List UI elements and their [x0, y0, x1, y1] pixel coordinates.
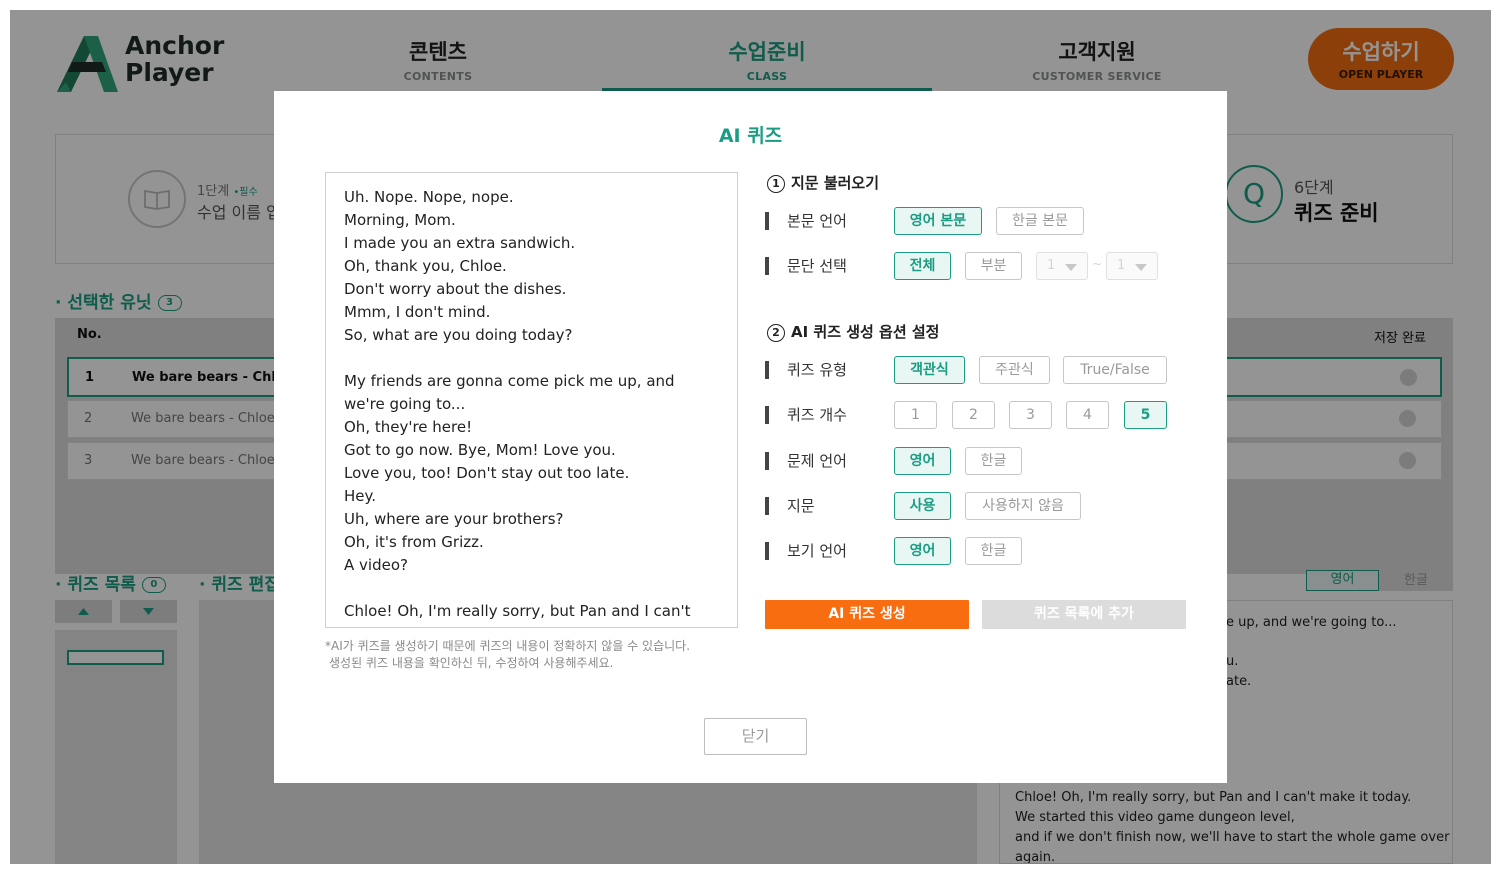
text-lang-korean-button[interactable]: 한글 본문: [996, 207, 1084, 235]
choice-lang-english-button[interactable]: 영어: [894, 537, 951, 565]
script-line: Mmm, I don't mind.: [344, 303, 491, 321]
choice-lang-korean-button[interactable]: 한글: [965, 537, 1022, 565]
notice-line-2: 생성된 퀴즈 내용을 확인하신 뒤, 수정하여 사용해주세요.: [329, 656, 614, 670]
section-load-text: 1 지문 불러오기: [767, 172, 879, 193]
script-line: Love you, too! Don't stay out too late.: [344, 464, 630, 482]
paragraph-to-value: 1: [1117, 258, 1126, 273]
section-2-title: AI 퀴즈 생성 옵션 설정: [791, 323, 940, 341]
quiz-count-5-button[interactable]: 5: [1124, 401, 1167, 429]
section-ai-options: 2 AI 퀴즈 생성 옵션 설정: [767, 321, 939, 342]
app-window: Anchor Player 콘텐츠 CONTENTS 수업준비 CLASS 고객…: [10, 10, 1491, 864]
paragraph-to-select[interactable]: 1: [1106, 252, 1158, 280]
quiz-count-2-button[interactable]: 2: [952, 401, 995, 429]
quiz-type-true-false-button[interactable]: True/False: [1063, 356, 1167, 384]
script-line: Oh, they're here!: [344, 418, 473, 436]
script-line: Uh. Nope. Nope, nope.: [344, 188, 514, 206]
chevron-down-icon: [1065, 264, 1077, 271]
notice-line-1: *AI가 퀴즈를 생성하기 때문에 퀴즈의 내용이 정확하지 않을 수 있습니다…: [325, 639, 691, 653]
script-line: Hey.: [344, 487, 377, 505]
script-line: Uh, where are your brothers?: [344, 510, 564, 528]
section-number-1: 1: [767, 175, 785, 193]
script-line: [344, 347, 719, 370]
script-line: I made you an extra sandwich.: [344, 234, 576, 252]
quiz-type-short-answer-button[interactable]: 주관식: [979, 356, 1050, 384]
script-line: So, what are you doing today?: [344, 326, 573, 344]
script-line: [344, 577, 719, 600]
quiz-type-label: 퀴즈 유형: [765, 359, 847, 380]
quiz-count-label: 퀴즈 개수: [765, 404, 847, 425]
passage-label: 지문: [765, 495, 815, 516]
script-line: Got to go now. Bye, Mom! Love you.: [344, 441, 616, 459]
quiz-count-3-button[interactable]: 3: [1009, 401, 1052, 429]
script-line: Don't worry about the dishes.: [344, 280, 567, 298]
passage-no-use-button[interactable]: 사용하지 않음: [965, 492, 1081, 520]
paragraph-from-select[interactable]: 1: [1036, 252, 1088, 280]
text-lang-label: 본문 언어: [765, 210, 847, 231]
text-lang-english-button[interactable]: 영어 본문: [894, 207, 982, 235]
script-text-box[interactable]: Uh. Nope. Nope, nope. Morning, Mom. I made…: [325, 172, 738, 628]
ai-quiz-modal: AI 퀴즈 Uh. Nope. Nope, nope. Morning, Mom.…: [274, 91, 1227, 783]
question-lang-label: 문제 언어: [765, 450, 847, 471]
modal-title: AI 퀴즈: [718, 125, 783, 147]
quiz-type-multiple-choice-button[interactable]: 객관식: [894, 356, 965, 384]
script-line: My friends are gonna come pick me up, an…: [344, 372, 680, 413]
question-lang-english-button[interactable]: 영어: [894, 447, 951, 475]
section-1-title: 지문 불러오기: [791, 174, 880, 192]
script-line: A video?: [344, 556, 408, 574]
paragraph-from-value: 1: [1047, 258, 1056, 273]
add-to-quiz-list-button[interactable]: 퀴즈 목록에 추가: [982, 600, 1186, 629]
ai-notice: *AI가 퀴즈를 생성하기 때문에 퀴즈의 내용이 정확하지 않을 수 있습니다…: [325, 638, 755, 672]
passage-use-button[interactable]: 사용: [894, 492, 951, 520]
script-line: Chloe! Oh, I'm really sorry, but Pan and…: [344, 602, 691, 620]
section-number-2: 2: [767, 324, 785, 342]
range-tilde: ~: [1092, 257, 1103, 271]
quiz-count-1-button[interactable]: 1: [894, 401, 937, 429]
paragraph-label: 문단 선택: [765, 255, 847, 276]
paragraph-all-button[interactable]: 전체: [894, 252, 951, 280]
script-lines: Uh. Nope. Nope, nope. Morning, Mom. I made…: [344, 186, 719, 623]
close-button[interactable]: 닫기: [704, 718, 807, 755]
script-line: Oh, it's from Grizz.: [344, 533, 484, 551]
quiz-count-4-button[interactable]: 4: [1066, 401, 1109, 429]
question-lang-korean-button[interactable]: 한글: [965, 447, 1022, 475]
choice-lang-label: 보기 언어: [765, 540, 847, 561]
chevron-down-icon: [1135, 264, 1147, 271]
script-line: Morning, Mom.: [344, 211, 456, 229]
script-line: Oh, thank you, Chloe.: [344, 257, 507, 275]
generate-ai-quiz-button[interactable]: AI 퀴즈 생성: [765, 600, 969, 629]
paragraph-part-button[interactable]: 부분: [965, 252, 1022, 280]
